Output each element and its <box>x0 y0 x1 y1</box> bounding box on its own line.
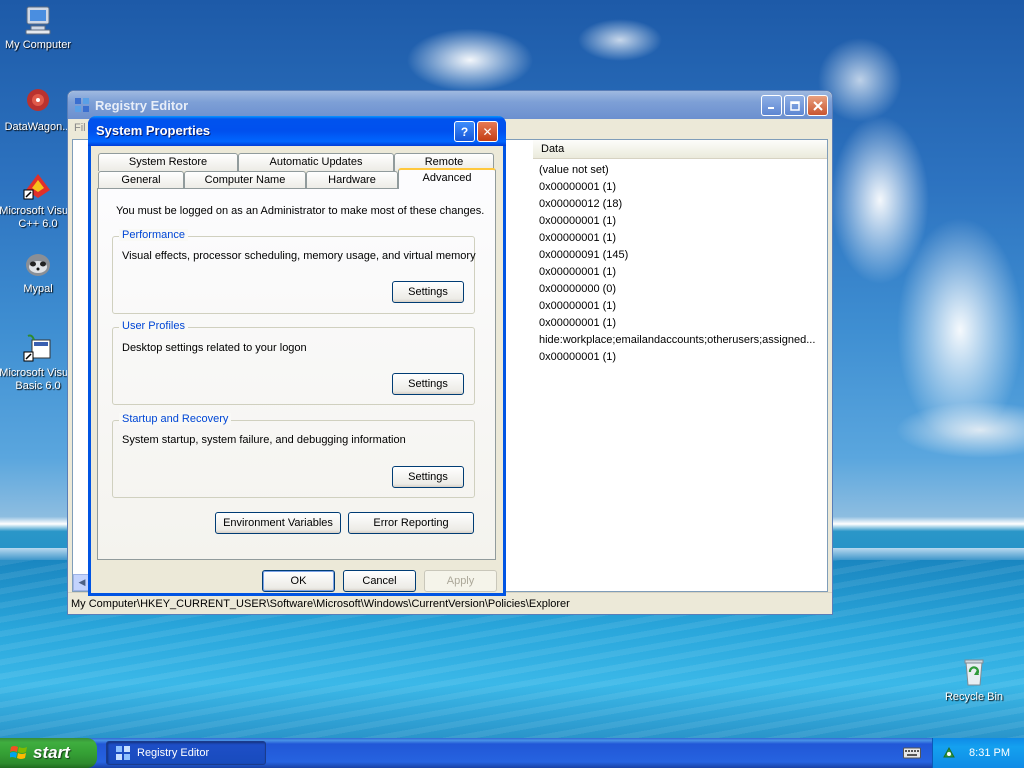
registry-data-row[interactable]: 0x00000001 (1) <box>535 179 821 196</box>
close-icon: ✕ <box>482 124 493 139</box>
registry-data-row[interactable]: hide:workplace;emailandaccounts;otheruse… <box>535 332 821 349</box>
tab-computer-name[interactable]: Computer Name <box>184 171 306 189</box>
performance-description: Visual effects, processor scheduling, me… <box>122 250 476 262</box>
registry-data-row[interactable]: 0x00000001 (1) <box>535 213 821 230</box>
network-tray-icon[interactable] <box>941 745 957 761</box>
help-icon: ? <box>460 124 469 139</box>
desktop-icon-recycle-bin[interactable]: Recycle Bin <box>934 656 1014 704</box>
apply-button[interactable]: Apply <box>424 570 497 592</box>
registry-editor-title: Registry Editor <box>95 97 189 113</box>
registry-editor-icon <box>75 98 89 112</box>
desktop-icon-label: Recycle Bin <box>944 691 1004 703</box>
tab-system-restore[interactable]: System Restore <box>98 153 238 171</box>
desktop-icon-label: DataWagon... <box>4 121 72 133</box>
desktop-icon-label: Microsoft Visual Basic 6.0 <box>0 367 77 392</box>
desktop-icon-label: My Computer <box>4 39 72 51</box>
my-computer-icon <box>25 6 51 35</box>
user-profiles-legend: User Profiles <box>119 320 188 332</box>
system-properties-titlebar[interactable]: System Properties <box>88 116 506 146</box>
registry-data-row[interactable]: 0x00000001 (1) <box>535 298 821 315</box>
startup-recovery-legend: Startup and Recovery <box>119 413 232 425</box>
registry-data-row[interactable]: 0x00000001 (1) <box>535 230 821 247</box>
maximize-icon <box>789 100 800 111</box>
taskbar-button-registry-editor[interactable]: Registry Editor <box>106 741 266 765</box>
error-reporting-button[interactable]: Error Reporting <box>348 512 474 534</box>
help-button[interactable]: ? <box>454 121 475 142</box>
system-tray: 8:31 PM <box>932 738 1024 768</box>
tab-general[interactable]: General <box>98 171 184 189</box>
desktop-icon-label: Microsoft Visual C++ 6.0 <box>0 205 77 230</box>
desktop-icon-label: Mypal <box>23 283 53 295</box>
user-profiles-settings-button[interactable]: Settings <box>392 373 464 395</box>
registry-editor-icon <box>116 746 130 760</box>
tab-advanced[interactable]: Advanced <box>398 168 496 189</box>
recycle-bin-icon <box>964 659 984 686</box>
environment-variables-button[interactable]: Environment Variables <box>215 512 341 534</box>
registry-data-row[interactable]: 0x00000001 (1) <box>535 315 821 332</box>
start-button[interactable]: start <box>0 738 97 768</box>
keyboard-layout-icon[interactable] <box>903 746 921 760</box>
mypal-icon <box>26 254 50 276</box>
cancel-button[interactable]: Cancel <box>343 570 416 592</box>
close-icon <box>812 100 823 111</box>
clock[interactable]: 8:31 PM <box>969 747 1010 759</box>
minimize-icon <box>768 107 774 109</box>
performance-legend: Performance <box>119 229 188 241</box>
start-label: start <box>33 743 70 762</box>
taskbar-button-label: Registry Editor <box>137 747 210 759</box>
registry-data-row[interactable]: 0x00000001 (1) <box>535 349 821 366</box>
ok-button[interactable]: OK <box>262 570 335 592</box>
registry-data-row[interactable]: (value not set) <box>535 162 821 179</box>
performance-settings-button[interactable]: Settings <box>392 281 464 303</box>
tab-hardware[interactable]: Hardware <box>306 171 398 189</box>
admin-note: You must be logged on as an Administrato… <box>116 205 485 217</box>
maximize-button[interactable] <box>784 95 805 116</box>
startup-recovery-settings-button[interactable]: Settings <box>392 466 464 488</box>
desktop-icon-my-computer[interactable]: My Computer <box>0 4 78 52</box>
visual-basic-icon <box>23 334 51 362</box>
startup-recovery-description: System startup, system failure, and debu… <box>122 434 406 446</box>
user-profiles-description: Desktop settings related to your logon <box>122 342 307 354</box>
visual-cpp-icon <box>23 174 50 200</box>
minimize-button[interactable] <box>761 95 782 116</box>
taskbar: start Registry Editor 8:31 PM <box>0 738 1024 768</box>
dialog-close-button[interactable]: ✕ <box>477 121 498 142</box>
windows-logo-icon <box>10 746 27 759</box>
column-header-data[interactable]: Data <box>533 140 827 159</box>
registry-data-row[interactable]: 0x00000012 (18) <box>535 196 821 213</box>
registry-data-row[interactable]: 0x00000091 (145) <box>535 247 821 264</box>
registry-data-list: (value not set) 0x00000001 (1) 0x00000012 … <box>535 162 821 366</box>
registry-editor-titlebar[interactable]: Registry Editor <box>68 91 832 119</box>
registry-data-row[interactable]: 0x00000001 (1) <box>535 264 821 281</box>
close-button[interactable] <box>807 95 828 116</box>
dialog-title: System Properties <box>96 123 211 138</box>
registry-data-row[interactable]: 0x00000000 (0) <box>535 281 821 298</box>
datawagon-icon <box>27 89 49 111</box>
tab-automatic-updates[interactable]: Automatic Updates <box>238 153 394 171</box>
